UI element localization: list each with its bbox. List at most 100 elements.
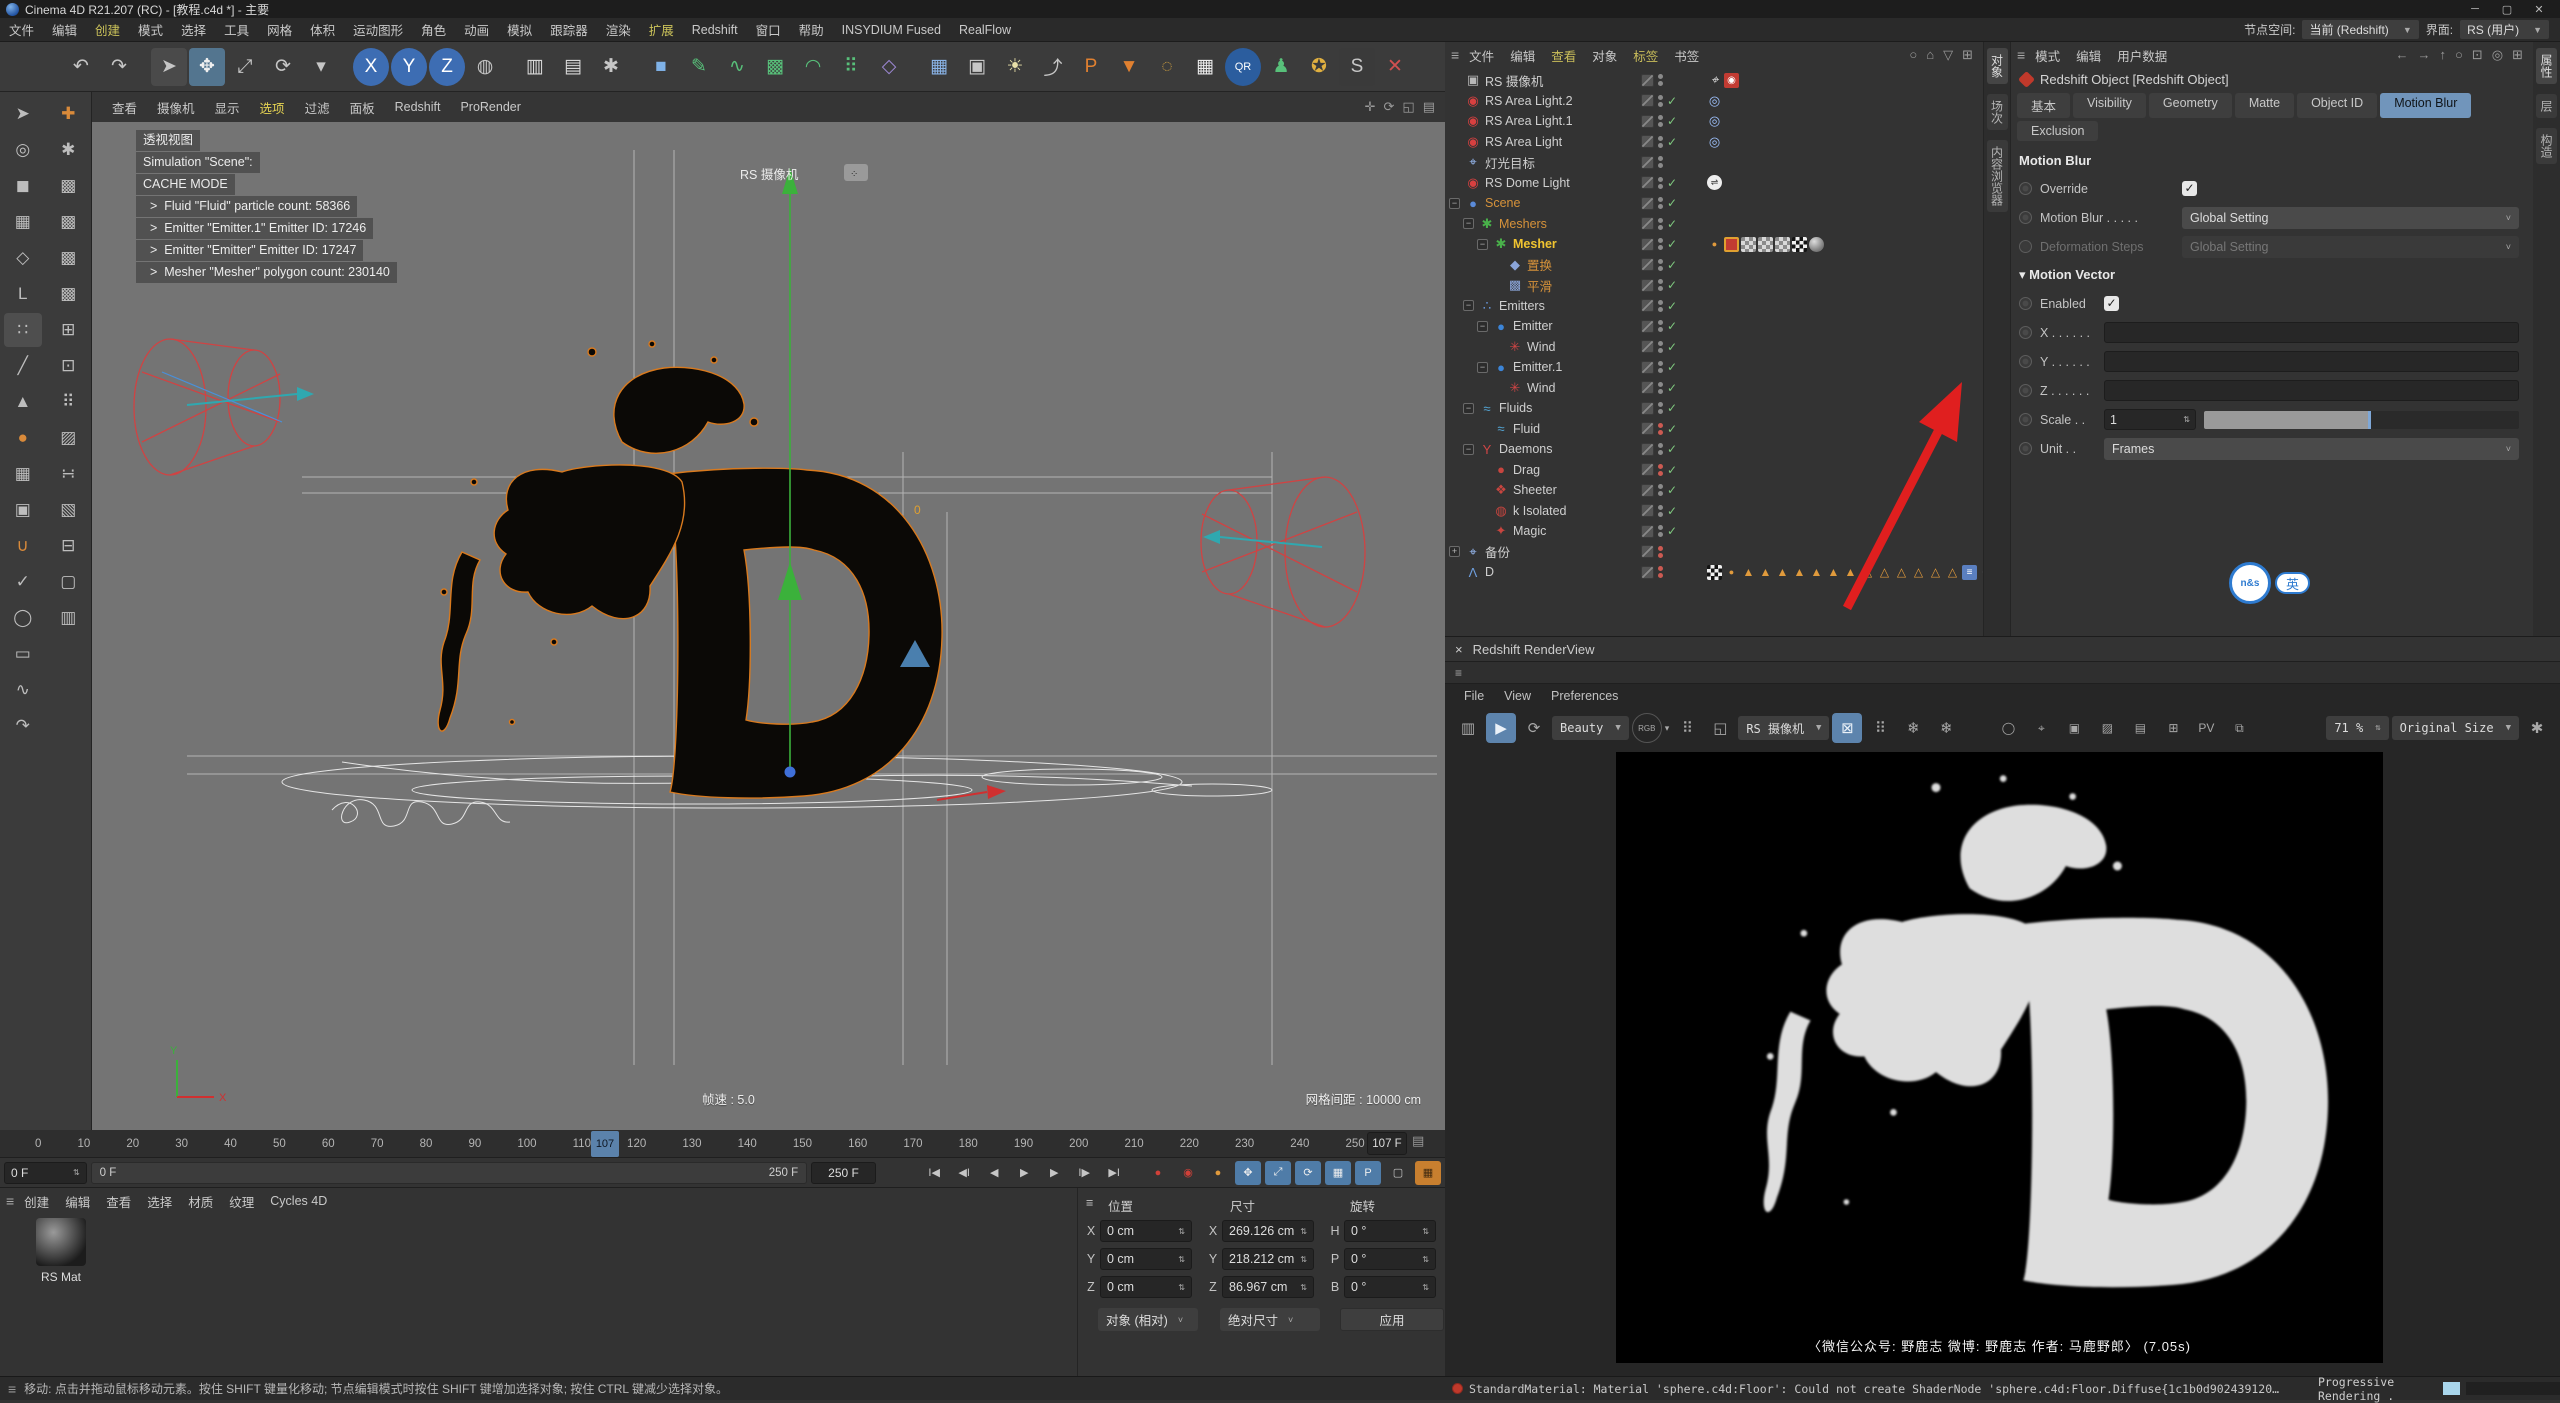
poly-select-icon[interactable]: ↷ — [4, 709, 42, 743]
attribute-tab[interactable]: Geometry — [2149, 93, 2232, 118]
y-field[interactable] — [2104, 351, 2519, 372]
layer-toggle[interactable] — [1641, 299, 1654, 312]
attr-menu-item[interactable]: 模式 — [2027, 44, 2068, 67]
render-canvas[interactable]: 〈微信公众号: 野鹿志 微博: 野鹿志 作者: 马鹿野郎〉 (7.05s) — [1616, 752, 2383, 1363]
viewport-menu-item[interactable]: 摄像机 — [147, 95, 205, 120]
visibility-dots[interactable] — [1658, 115, 1663, 127]
expand-toggle-icon[interactable]: − — [1463, 218, 1474, 229]
material-menu-item[interactable]: 查看 — [98, 1190, 139, 1213]
layer-toggle[interactable] — [1641, 381, 1654, 394]
hamburger-icon[interactable]: ≡ — [2017, 47, 2025, 63]
primitive-cube-icon[interactable]: ■ — [643, 48, 679, 86]
rv-menu-item[interactable]: View — [1495, 687, 1540, 705]
pointer-tool-icon[interactable]: ➤ — [4, 97, 42, 131]
spline-path-icon[interactable]: ⤴ — [1035, 48, 1071, 86]
attr-menu-icon[interactable]: ← — [2396, 47, 2409, 63]
section-title[interactable]: ▾ Motion Vector — [2011, 261, 2533, 289]
menu-item[interactable]: 体积 — [301, 17, 344, 42]
apply-button[interactable]: 应用 — [1340, 1308, 1444, 1331]
object-row[interactable]: ▩ 平滑 ✓ — [1445, 275, 1983, 296]
om-menu-item[interactable]: 查看 — [1543, 44, 1584, 67]
key-scale-icon[interactable]: ⤢ — [1265, 1161, 1291, 1185]
d-letter-mesh[interactable] — [438, 341, 942, 798]
extrude-icon[interactable]: ◠ — [795, 48, 831, 86]
layer-toggle[interactable] — [1641, 156, 1654, 169]
enable-checkmark[interactable]: ✓ — [1667, 463, 1681, 477]
array-grid-icon[interactable]: ▦ — [1187, 48, 1223, 86]
layer-toggle[interactable] — [1641, 545, 1654, 558]
visibility-dots[interactable] — [1658, 74, 1663, 86]
expand-toggle-icon[interactable]: − — [1463, 300, 1474, 311]
enable-checkmark[interactable]: ✓ — [1667, 176, 1681, 190]
frame-range-slider[interactable]: 0 F250 F — [91, 1162, 807, 1184]
om-menu-icon[interactable]: ○ — [1909, 47, 1917, 63]
object-row[interactable]: ⌖ 灯光目标 — [1445, 152, 1983, 173]
viewport-corner-icon[interactable]: ✛ — [1365, 99, 1376, 115]
key-pla-icon[interactable]: P — [1355, 1161, 1381, 1185]
key-selection-icon[interactable]: ▢ — [1385, 1161, 1411, 1185]
enable-snap-icon[interactable]: ✓ — [4, 565, 42, 599]
key-parameter-icon[interactable]: ▦ — [1325, 1161, 1351, 1185]
z-field[interactable] — [2104, 380, 2519, 401]
anim-dot-icon[interactable] — [2019, 355, 2032, 368]
visibility-dots[interactable] — [1658, 320, 1663, 332]
deer-logo-icon[interactable]: n&s — [2229, 562, 2271, 604]
anim-dot-icon[interactable] — [2019, 442, 2032, 455]
layer-toggle[interactable] — [1641, 566, 1654, 579]
area-light-wireframe-right[interactable] — [1201, 477, 1365, 627]
psr-icon[interactable]: P — [1073, 48, 1109, 86]
subdivision-icon[interactable]: ▩ — [757, 48, 793, 86]
image-add-icon[interactable]: ⊞ — [2158, 713, 2188, 743]
last-tool-icon[interactable]: ▾ — [303, 48, 339, 86]
visibility-dots[interactable] — [1658, 156, 1663, 168]
rs-light-tag-icon[interactable] — [1707, 93, 1722, 108]
attribute-tab[interactable]: Object ID — [2297, 93, 2377, 118]
sphere-tool-icon[interactable]: S — [1339, 48, 1375, 86]
enable-checkmark[interactable]: ✓ — [1667, 340, 1681, 354]
enable-checkmark[interactable]: ✓ — [1667, 258, 1681, 272]
attribute-tab[interactable]: Exclusion — [2017, 121, 2099, 141]
visibility-dots[interactable] — [1658, 566, 1663, 578]
enable-checkmark[interactable]: ✓ — [1667, 360, 1681, 374]
expand-toggle-icon[interactable]: − — [1449, 198, 1460, 209]
visibility-dots[interactable] — [1658, 279, 1663, 291]
rotate-tool-icon[interactable]: ⟳ — [265, 48, 301, 86]
y-axis-lock-icon[interactable]: Y — [391, 48, 427, 86]
next-key-icon[interactable]: I▶ — [1071, 1161, 1097, 1185]
attr-menu-item[interactable]: 编辑 — [2068, 44, 2109, 67]
material-menu-item[interactable]: 编辑 — [57, 1190, 98, 1213]
xparticles-icon[interactable]: ✕ — [1377, 48, 1413, 86]
lasso-select-icon[interactable]: ∿ — [4, 673, 42, 707]
timeline-ruler[interactable]: 0102030405060708090100110120130140150160… — [0, 1130, 1445, 1158]
layer-toggle[interactable] — [1641, 279, 1654, 292]
layer-toggle[interactable] — [1641, 525, 1654, 538]
minimize-button[interactable]: ─ — [2460, 3, 2490, 16]
visibility-dots[interactable] — [1658, 341, 1663, 353]
om-menu-icon[interactable]: ⊞ — [1962, 47, 1973, 63]
circle-points-icon[interactable]: ◌ — [1149, 48, 1185, 86]
object-row[interactable]: ▣ RS 摄像机 — [1445, 70, 1983, 91]
spline-icon[interactable]: ∿ — [719, 48, 755, 86]
object-row[interactable]: ◉ RS Area Light ✓ — [1445, 132, 1983, 153]
viewport-menu-item[interactable]: ProRender — [450, 97, 530, 117]
z-axis-lock-icon[interactable]: Z — [429, 48, 465, 86]
visibility-dots[interactable] — [1658, 218, 1663, 230]
grid-tile-icon[interactable]: ⊞ — [49, 313, 87, 347]
separator[interactable] — [505, 48, 515, 86]
grid-snap-icon[interactable]: ▦ — [4, 457, 42, 491]
material-menu-item[interactable]: Cycles 4D — [262, 1192, 335, 1210]
menu-item[interactable]: 帮助 — [790, 17, 833, 42]
menu-item[interactable]: 动画 — [455, 17, 498, 42]
rgb-channel-icon[interactable]: RGB — [1632, 713, 1662, 743]
hamburger-icon[interactable]: ≡ — [1451, 47, 1459, 63]
lock-workplane-icon[interactable]: ▣ — [4, 493, 42, 527]
sculpt-sphere-icon[interactable]: ● — [4, 421, 42, 455]
om-menu-item[interactable]: 对象 — [1584, 44, 1625, 67]
layer-toggle[interactable] — [1641, 94, 1654, 107]
start-frame-input[interactable]: 0 F⇅ — [4, 1162, 87, 1184]
minus-tile-icon[interactable]: ⊟ — [49, 529, 87, 563]
layer-toggle[interactable] — [1641, 115, 1654, 128]
layer-toggle[interactable] — [1641, 422, 1654, 435]
enable-checkmark[interactable]: ✓ — [1667, 504, 1681, 518]
enable-checkmark[interactable]: ✓ — [1667, 319, 1681, 333]
